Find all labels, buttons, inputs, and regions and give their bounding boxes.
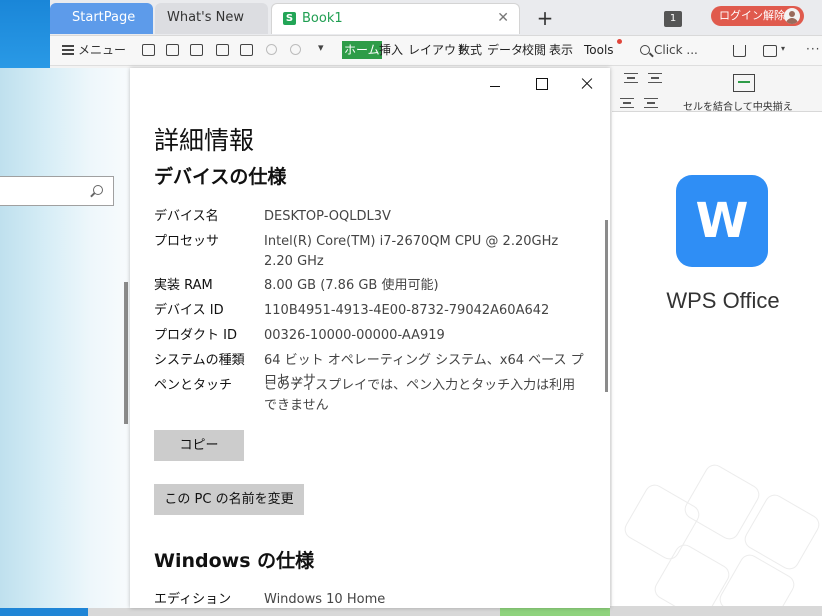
logout-label: ログイン解除 (719, 9, 785, 22)
cloud-box-icon[interactable] (763, 45, 777, 57)
spec-label: プロセッサ (154, 234, 220, 249)
logout-button[interactable]: ログイン解除 (711, 6, 804, 26)
close-tab-icon[interactable]: ✕ (497, 4, 509, 33)
avatar-icon (784, 8, 800, 24)
settings-sidebar (0, 68, 130, 608)
tab-book1[interactable]: S Book1 ✕ (271, 3, 520, 34)
redo-icon[interactable] (290, 44, 301, 55)
spec-label: エディション (154, 592, 232, 607)
print-preview-icon[interactable] (240, 44, 253, 56)
spec-value-ram: 8.00 GB (7.86 GB 使用可能) (264, 278, 439, 293)
print-icon[interactable] (216, 44, 229, 56)
spec-value-pen-touch: このディスプレイでは、ペン入力とタッチ入力は利用できません (264, 378, 576, 413)
spec-value-product-id: 00326-10000-00000-AA919 (264, 328, 445, 343)
spec-value-device-name: DESKTOP-OQLDL3V (264, 209, 391, 224)
ribbon-tab-review[interactable]: 校閲 (522, 41, 546, 59)
wps-logo-letter: W (695, 193, 749, 249)
sidebar-scrollbar[interactable] (124, 282, 128, 424)
tab-bar: StartPage What's New S Book1 ✕ + 1 ログイン解… (50, 0, 822, 36)
command-search-label: Click ... (654, 43, 698, 57)
spec-label: システムの種類 (154, 353, 245, 368)
more-options-icon[interactable]: ··· (806, 42, 820, 56)
spec-label: デバイス名 (154, 209, 219, 224)
save-icon[interactable] (166, 44, 179, 56)
search-icon (93, 185, 103, 195)
spec-value-edition: Windows 10 Home (264, 592, 386, 607)
ribbon-tab-view[interactable]: 表示 (549, 41, 573, 59)
chevron-down-icon[interactable]: ▾ (781, 44, 785, 53)
copy-button[interactable]: コピー (154, 430, 244, 461)
align-right-icon[interactable] (648, 73, 662, 83)
new-tab-button[interactable]: + (535, 4, 555, 32)
tab-whats-new[interactable]: What's New (155, 3, 268, 34)
format-painter-icon[interactable] (190, 44, 203, 56)
align-center-icon[interactable] (624, 73, 638, 83)
ribbon-panel: セルを結合して中央揃え (612, 66, 822, 113)
windows-spec-heading: Windows の仕様 (154, 550, 315, 572)
desktop-strip (0, 0, 50, 70)
open-folder-icon[interactable] (142, 44, 155, 56)
minimize-button[interactable] (472, 68, 518, 100)
tab-book1-label: Book1 (302, 11, 343, 26)
rename-pc-button[interactable]: この PC の名前を変更 (154, 484, 304, 515)
wps-home-panel: W WPS Office (612, 112, 822, 616)
hamburger-icon (62, 45, 74, 55)
merge-center-label[interactable]: セルを結合して中央揃え (683, 98, 793, 113)
search-icon (640, 45, 650, 55)
window-count-badge[interactable]: 1 (664, 11, 682, 27)
justify-icon[interactable] (620, 98, 634, 108)
wps-logo-icon: W (676, 175, 768, 267)
menu-label: メニュー (78, 43, 127, 57)
spec-label: 実装 RAM (154, 278, 213, 293)
ribbon-tab-formulas[interactable]: 数式 (458, 41, 482, 59)
menu-button[interactable]: メニュー (62, 42, 126, 58)
tab-startpage[interactable]: StartPage (50, 3, 153, 34)
spec-value-device-id: 110B4951-4913-4E00-8732-79042A60A642 (264, 303, 550, 318)
about-window: 詳細情報 デバイスの仕様 デバイス名 DESKTOP-OQLDL3V プロセッサ… (130, 68, 610, 608)
product-name: WPS Office (666, 288, 780, 313)
ribbon-tab-tools[interactable]: Tools (584, 41, 614, 59)
ribbon-tab-data[interactable]: データ (487, 41, 523, 59)
toolbar: メニュー ▾ ホーム 挿入 レイアウト 数式 データ 校閲 表示 Tools C… (50, 36, 822, 66)
ribbon-tab-home[interactable]: ホーム (342, 41, 382, 59)
share-icon[interactable] (733, 45, 746, 57)
undo-icon[interactable] (266, 44, 277, 55)
command-search[interactable]: Click ... (640, 41, 698, 59)
spec-value-processor: Intel(R) Core(TM) i7-2670QM CPU @ 2.20GH… (264, 234, 559, 269)
close-button[interactable] (564, 68, 610, 100)
merge-center-icon[interactable] (733, 74, 755, 92)
device-spec-heading: デバイスの仕様 (154, 166, 287, 188)
distribute-icon[interactable] (644, 98, 658, 108)
ribbon-tab-insert[interactable]: 挿入 (379, 41, 403, 59)
spec-label: ペンとタッチ (154, 378, 233, 393)
notification-dot-icon (617, 39, 622, 44)
spec-label: デバイス ID (154, 303, 224, 318)
page-title: 詳細情報 (154, 126, 255, 155)
quick-access-dropdown-icon[interactable]: ▾ (318, 41, 324, 54)
maximize-button[interactable] (518, 68, 564, 100)
spreadsheet-icon: S (283, 12, 296, 25)
content-scrollbar[interactable] (605, 220, 608, 392)
spec-label: プロダクト ID (154, 328, 237, 343)
settings-search-input[interactable] (0, 176, 114, 206)
